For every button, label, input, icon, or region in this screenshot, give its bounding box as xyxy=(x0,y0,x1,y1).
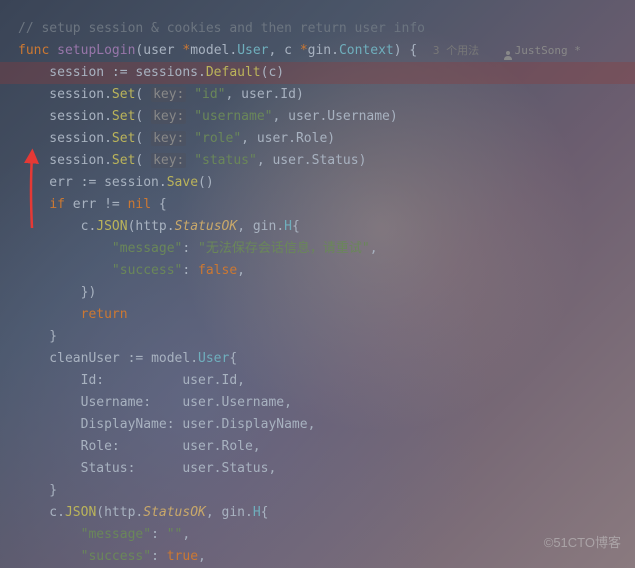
code-line: "message": "", xyxy=(18,524,635,546)
code-line: session.Set( key: "id", user.Id) xyxy=(18,84,635,106)
author-hint[interactable]: JustSong * xyxy=(515,44,581,57)
code-line: Id: user.Id, xyxy=(18,370,635,392)
code-line: err := session.Save() xyxy=(18,172,635,194)
code-line: cleanUser := model.User{ xyxy=(18,348,635,370)
code-line: // setup session & cookies and then retu… xyxy=(18,18,635,40)
code-line: c.JSON(http.StatusOK, gin.H{ xyxy=(18,502,635,524)
watermark: ©51CTO博客 xyxy=(544,532,621,554)
code-line: Status: user.Status, xyxy=(18,458,635,480)
code-editor[interactable]: // setup session & cookies and then retu… xyxy=(0,0,635,568)
comment: // setup session & cookies and then retu… xyxy=(18,21,425,36)
user-icon xyxy=(503,46,513,56)
code-line: if err != nil { xyxy=(18,194,635,216)
code-line: Role: user.Role, xyxy=(18,436,635,458)
code-line: return xyxy=(18,304,635,326)
code-line: session.Set( key: "status", user.Status) xyxy=(18,150,635,172)
code-line: session.Set( key: "role", user.Role) xyxy=(18,128,635,150)
code-line: func setupLogin(user *model.User, c *gin… xyxy=(18,40,635,62)
usage-hint[interactable]: 3 个用法 xyxy=(433,44,479,57)
code-line: "message": "无法保存会话信息，请重试", xyxy=(18,238,635,260)
code-line: DisplayName: user.DisplayName, xyxy=(18,414,635,436)
code-line: Username: user.Username, xyxy=(18,392,635,414)
code-line: "success": true, xyxy=(18,546,635,568)
code-line: session.Set( key: "username", user.Usern… xyxy=(18,106,635,128)
code-line: c.JSON(http.StatusOK, gin.H{ xyxy=(18,216,635,238)
code-line: "success": false, xyxy=(18,260,635,282)
code-line: }) xyxy=(18,282,635,304)
code-line-highlighted: session := sessions.Default(c) xyxy=(0,62,635,84)
code-line: } xyxy=(18,326,635,348)
code-line: } xyxy=(18,480,635,502)
